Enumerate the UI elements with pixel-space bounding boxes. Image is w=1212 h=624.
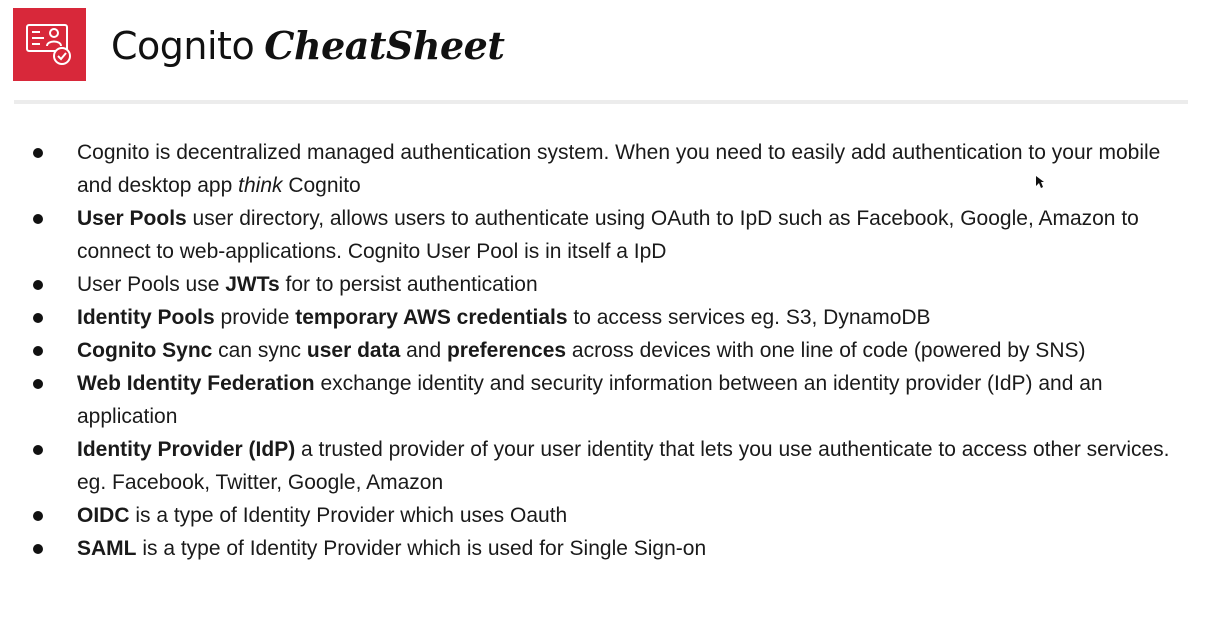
bullet-item: Identity Provider (IdP) a trusted provid… — [0, 433, 1212, 499]
bullet-text: user directory, allows users to authenti… — [77, 207, 1139, 263]
bullet-dot-icon — [33, 214, 43, 224]
bullet-dot-icon — [33, 313, 43, 323]
bullet-item: Identity Pools provide temporary AWS cre… — [0, 301, 1212, 334]
bullet-dot-icon — [33, 511, 43, 521]
header-divider — [14, 100, 1188, 104]
bullet-text: for to persist authentication — [279, 273, 538, 296]
bullet-item: Cognito Sync can sync user data and pref… — [0, 334, 1212, 367]
bullet-text: User Pools use — [77, 273, 226, 296]
page-title: Cognito CheatSheet — [111, 22, 505, 70]
bullet-term: User Pools — [77, 207, 187, 230]
bullet-text: provide — [214, 306, 296, 329]
bullet-item: SAML is a type of Identity Provider whic… — [0, 532, 1212, 565]
bullet-dot-icon — [33, 148, 43, 158]
bullet-term: JWTs — [225, 273, 280, 296]
bullet-dot-icon — [33, 346, 43, 356]
bullet-text: across devices with one line of code (po… — [566, 339, 1086, 362]
bullet-item: User Pools user directory, allows users … — [0, 202, 1212, 268]
user-identity-icon — [25, 23, 71, 65]
title-script: CheatSheet — [264, 23, 505, 68]
title-plain: Cognito — [111, 24, 255, 68]
bullet-item: OIDC is a type of Identity Provider whic… — [0, 499, 1212, 532]
bullet-term: Web Identity Federation — [77, 372, 315, 395]
bullet-text: think — [238, 174, 283, 197]
bullet-dot-icon — [33, 280, 43, 290]
bullet-dot-icon — [33, 544, 43, 554]
bullet-text: is a type of Identity Provider which use… — [129, 504, 568, 527]
bullet-item: Web Identity Federation exchange identit… — [0, 367, 1212, 433]
mouse-cursor-icon — [1036, 176, 1044, 188]
bullet-term: temporary AWS credentials — [295, 306, 568, 329]
bullet-item: User Pools use JWTs for to persist authe… — [0, 268, 1212, 301]
bullet-dot-icon — [33, 379, 43, 389]
bullet-text: Cognito — [282, 174, 361, 197]
bullet-term: user data — [306, 339, 401, 362]
bullet-text: and — [400, 339, 447, 362]
bullet-item: Cognito is decentralized managed authent… — [0, 136, 1212, 202]
header: Cognito CheatSheet — [0, 0, 1212, 100]
bullet-term: Identity Provider (IdP) — [77, 438, 296, 461]
bullet-term: OIDC — [77, 504, 130, 527]
bullet-text: to access services eg. S3, DynamoDB — [567, 306, 931, 329]
bullet-dot-icon — [33, 445, 43, 455]
bullet-term: preferences — [446, 339, 567, 362]
bullet-term: SAML — [77, 537, 137, 560]
bullet-term: Identity Pools — [77, 306, 215, 329]
cheatsheet-bullet-list: Cognito is decentralized managed authent… — [0, 136, 1212, 565]
bullet-text: can sync — [212, 339, 307, 362]
cognito-logo-icon — [13, 8, 86, 81]
bullet-term: Cognito Sync — [77, 339, 213, 362]
bullet-text: is a type of Identity Provider which is … — [136, 537, 707, 560]
